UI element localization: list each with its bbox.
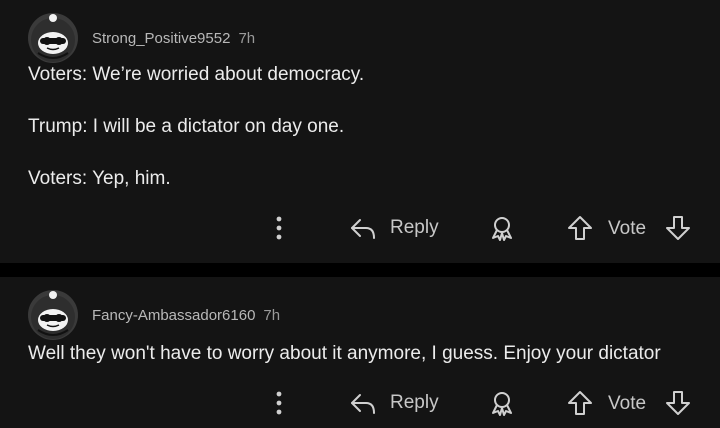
- award-icon: [492, 217, 512, 241]
- upvote-button[interactable]: [566, 389, 594, 417]
- more-vertical-icon: [276, 391, 282, 415]
- username[interactable]: Strong_Positive9552: [92, 30, 230, 47]
- vote-label: Vote: [608, 393, 647, 414]
- comment-header: Strong_Positive9552 7h: [28, 12, 255, 64]
- username[interactable]: Fancy-Ambassador6160: [92, 307, 255, 324]
- upvote-arrow-icon: [568, 216, 592, 240]
- comment-actions: Reply Vote: [0, 208, 720, 248]
- comment-text-line: Well they won't have to worry about it a…: [28, 343, 661, 364]
- downvote-button[interactable]: [664, 389, 692, 417]
- avatar-snoo-icon: [31, 291, 75, 339]
- comment-separator: [0, 263, 720, 277]
- comment-text-line: Trump: I will be a dictator on day one.: [28, 116, 345, 137]
- reply-arrow-icon: [351, 219, 375, 239]
- timestamp: 7h: [238, 29, 256, 47]
- avatar[interactable]: [28, 13, 78, 63]
- reply-button[interactable]: Reply: [348, 214, 439, 242]
- comment: Fancy-Ambassador6160 7h Well they won't …: [0, 277, 720, 428]
- avatar-snoo-icon: [31, 14, 75, 62]
- more-button[interactable]: [272, 214, 286, 242]
- upvote-button[interactable]: [566, 214, 594, 242]
- reply-arrow-icon: [351, 394, 375, 414]
- award-button[interactable]: [488, 389, 516, 417]
- downvote-arrow-icon: [666, 391, 690, 415]
- avatar[interactable]: [28, 290, 78, 340]
- comment-text-line: Voters: We’re worried about democracy.: [28, 64, 365, 85]
- more-vertical-icon: [276, 216, 282, 240]
- award-icon: [492, 392, 512, 416]
- vote-label: Vote: [608, 218, 647, 239]
- reply-button[interactable]: Reply: [348, 389, 439, 417]
- reply-label: Reply: [390, 392, 439, 413]
- upvote-arrow-icon: [568, 391, 592, 415]
- downvote-button[interactable]: [664, 214, 692, 242]
- award-button[interactable]: [488, 214, 516, 242]
- reply-label: Reply: [390, 217, 439, 238]
- comment-header: Fancy-Ambassador6160 7h: [28, 289, 280, 341]
- comment-actions: Reply Vote: [0, 383, 720, 423]
- more-button[interactable]: [272, 389, 286, 417]
- timestamp: 7h: [263, 306, 281, 324]
- comment: Strong_Positive9552 7h Voters: We’re wor…: [0, 0, 720, 263]
- downvote-arrow-icon: [666, 216, 690, 240]
- comment-text-line: Voters: Yep, him.: [28, 168, 171, 189]
